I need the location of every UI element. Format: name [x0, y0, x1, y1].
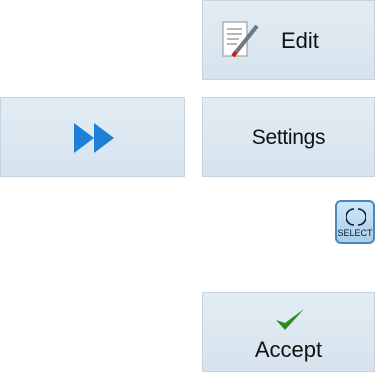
accept-label: Accept [254, 337, 323, 362]
double-chevron-right-icon [74, 123, 114, 153]
edit-softkey[interactable]: Edit [202, 0, 375, 80]
checkmark-icon [276, 309, 304, 330]
settings-label: Settings [251, 126, 326, 149]
accept-softkey[interactable]: Accept [202, 292, 375, 372]
edit-pencil-icon [222, 21, 259, 58]
settings-softkey[interactable]: Settings [202, 97, 375, 177]
select-label: SELECT [337, 228, 373, 238]
select-key[interactable]: SELECT [335, 200, 375, 244]
circle-arrows-icon [346, 208, 366, 226]
edit-label: Edit [281, 28, 319, 53]
forward-softkey[interactable] [0, 97, 185, 177]
